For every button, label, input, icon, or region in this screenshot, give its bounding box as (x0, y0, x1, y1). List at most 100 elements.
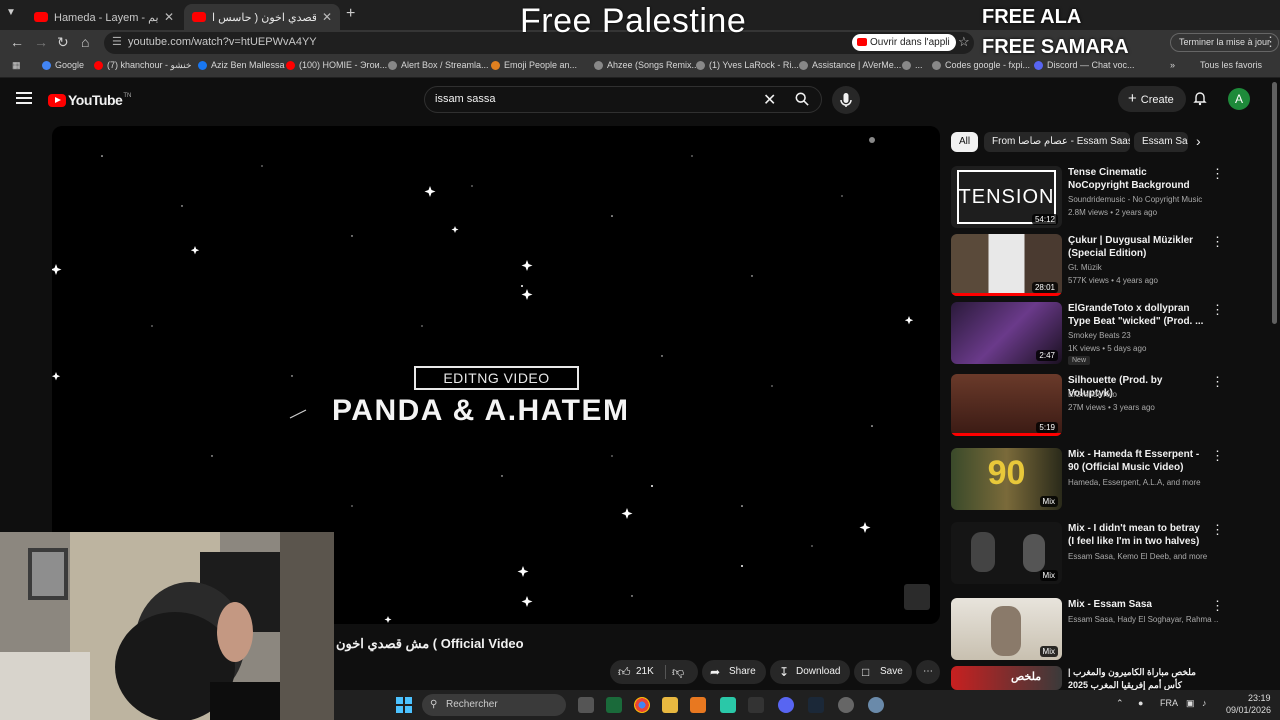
settings-gear-icon[interactable] (868, 697, 884, 713)
bookmark-item[interactable]: (7) khanchour - خنشو (94, 60, 192, 71)
back-icon[interactable]: ← (10, 34, 24, 50)
site-info-icon[interactable]: ☰ (112, 35, 122, 48)
channel-name[interactable]: Soundridemusic - No Copyright Music (1068, 195, 1218, 204)
volume-icon[interactable]: ♪ (1202, 698, 1207, 708)
video-thumbnail[interactable]: TENSION 54:12 (951, 166, 1062, 228)
steam-icon[interactable] (808, 697, 824, 713)
video-thumbnail[interactable]: 28:01 (951, 234, 1062, 296)
more-bookmarks-icon[interactable]: » (1170, 60, 1175, 70)
windows-start-icon[interactable] (396, 697, 412, 713)
finish-update-button[interactable]: Terminer la mise à jour (1170, 33, 1280, 52)
more-options-icon[interactable]: ⋮ (1211, 374, 1224, 390)
browser-tab-active[interactable]: مش قصدي اخون ( حاسس ا... ✕ (184, 4, 340, 30)
bookmark-item[interactable]: (1) Yves LaRock - Ri... (696, 60, 799, 70)
more-options-icon[interactable]: ⋮ (1211, 448, 1224, 464)
more-options-icon[interactable]: ⋮ (1211, 522, 1224, 538)
bookmark-item[interactable]: Codes google - fxpi... (932, 60, 1030, 70)
taskbar-search-input[interactable]: ⚲ Rechercher (422, 694, 566, 716)
recommendation-title[interactable]: Mix - Essam Sasa (1068, 598, 1208, 611)
channel-name[interactable]: Essam Sasa, Hady El Soghayar, Rahma ... (1068, 615, 1218, 624)
more-options-icon[interactable]: ⋮ (1211, 234, 1224, 250)
open-in-app-button[interactable]: Ouvrir dans l'appli (852, 34, 956, 51)
menu-icon[interactable] (16, 92, 32, 104)
more-options-icon[interactable]: ⋮ (1211, 598, 1224, 614)
notifications-bell-icon[interactable] (1192, 90, 1208, 106)
search-input[interactable]: issam sassa ✕ (424, 86, 822, 113)
video-thumbnail[interactable]: 90 Mix (951, 448, 1062, 510)
bookmark-item[interactable]: Ahzee (Songs Remix... (594, 60, 699, 70)
tab-search-icon[interactable]: ▼ (6, 7, 16, 18)
browser-tab[interactable]: Hameda - Layem - لايم (Officia ✕ (26, 4, 182, 30)
recommendation-title[interactable]: Tense Cinematic NoCopyright Background M… (1068, 166, 1208, 192)
forward-icon[interactable]: → (34, 34, 48, 50)
recommendation-title[interactable]: Mix - Hameda ft Esserpent - 90 (Official… (1068, 448, 1208, 474)
recommendation-title[interactable]: ملخص مباراة الكاميرون والمغرب | كأس أمم … (1068, 666, 1208, 692)
channel-name[interactable]: Essam Sasa, Kemo El Deeb, and more (1068, 552, 1218, 561)
chip-related[interactable]: Essam Sa (1134, 132, 1188, 152)
create-button[interactable]: + Create (1118, 86, 1186, 112)
recommendation-item[interactable]: 5:19 Silhouette (Prod. by Voluptyk) ElGr… (951, 374, 1271, 440)
page-scrollbar[interactable] (1272, 82, 1277, 324)
recommendation-item[interactable]: TENSION 54:12 Tense Cinematic NoCopyrigh… (951, 166, 1271, 232)
download-button[interactable]: ↧ Download (770, 660, 850, 684)
share-button[interactable]: ➦ Share (702, 660, 766, 684)
channel-watermark-icon[interactable] (904, 584, 930, 610)
task-view-icon[interactable] (578, 697, 594, 713)
recommendation-item[interactable]: Mix Mix - Essam Sasa Essam Sasa, Hady El… (951, 598, 1271, 664)
chrome-icon[interactable] (634, 697, 650, 713)
reload-icon[interactable]: ↻ (57, 34, 69, 51)
app-icon[interactable] (690, 697, 706, 713)
video-thumbnail[interactable]: Mix (951, 522, 1062, 584)
bookmark-item[interactable]: ... (902, 60, 923, 70)
channel-name[interactable]: Gt. Müzik (1068, 263, 1218, 272)
show-hidden-icons-icon[interactable]: ⌃ (1116, 698, 1124, 709)
bookmark-item[interactable]: Discord — Chat voc... (1034, 60, 1135, 70)
microphone-tray-icon[interactable]: ● (1138, 698, 1143, 708)
bookmark-star-icon[interactable]: ☆ (958, 34, 970, 50)
browser-menu-icon[interactable]: ⋮ (1264, 34, 1277, 50)
bookmark-item[interactable]: Google (42, 60, 84, 70)
voice-search-button[interactable] (832, 86, 860, 114)
recommendation-item[interactable]: Mix Mix - I didn't mean to betray (I fee… (951, 522, 1271, 588)
avatar[interactable]: A (1228, 88, 1250, 110)
language-indicator[interactable]: FRA (1160, 698, 1178, 708)
clear-search-icon[interactable]: ✕ (763, 90, 776, 110)
youtube-logo[interactable]: YouTube TN (48, 92, 131, 108)
close-tab-icon[interactable]: ✕ (322, 10, 332, 24)
app-icon[interactable] (838, 697, 854, 713)
video-thumbnail[interactable]: 5:19 (951, 374, 1062, 436)
more-options-icon[interactable]: ⋮ (1211, 302, 1224, 318)
app-icon[interactable] (720, 697, 736, 713)
new-tab-icon[interactable]: + (346, 5, 355, 23)
more-actions-button[interactable]: ⋯ (916, 660, 940, 684)
clock-time[interactable]: 23:19 (1248, 693, 1271, 703)
recommendation-item[interactable]: 90 Mix Mix - Hameda ft Esserpent - 90 (O… (951, 448, 1271, 514)
recommendation-item[interactable]: ملخص ملخص مباراة الكاميرون والمغرب | كأس… (951, 666, 1271, 690)
recommendation-title[interactable]: Mix - I didn't mean to betray (I feel li… (1068, 522, 1208, 548)
clock-date[interactable]: 09/01/2026 (1226, 705, 1271, 715)
channel-name[interactable]: Smokey Beats 23 (1068, 331, 1218, 340)
app-icon[interactable] (748, 697, 764, 713)
chip-all[interactable]: All (951, 132, 979, 152)
chevron-right-icon[interactable]: › (1196, 133, 1201, 149)
channel-name[interactable]: ElGrandeToto (1068, 390, 1218, 399)
more-options-icon[interactable]: ⋮ (1211, 166, 1224, 182)
thumbs-down-icon[interactable]: 👎︎ (672, 660, 684, 684)
thumbs-up-icon[interactable]: 👍︎ (618, 660, 631, 684)
recommendation-item[interactable]: 2:47 ElGrandeToto x dollypran Type Beat … (951, 302, 1271, 368)
bookmark-item[interactable]: Aziz Ben Mallessa (198, 60, 285, 70)
network-icon[interactable]: ▣ (1186, 698, 1195, 709)
video-thumbnail[interactable]: ملخص (951, 666, 1062, 690)
search-icon[interactable] (795, 92, 809, 106)
recommendation-title[interactable]: ElGrandeToto x dollypran Type Beat "wick… (1068, 302, 1208, 328)
close-tab-icon[interactable]: ✕ (164, 10, 174, 24)
file-explorer-icon[interactable] (662, 697, 678, 713)
save-button[interactable]: □ Save (854, 660, 912, 684)
app-icon[interactable] (606, 697, 622, 713)
apps-grid-icon[interactable]: ▦ (12, 60, 21, 71)
home-icon[interactable]: ⌂ (81, 34, 89, 50)
discord-icon[interactable] (778, 697, 794, 713)
bookmark-item[interactable]: Emoji People an... (491, 60, 577, 70)
recommendation-title[interactable]: Çukur | Duygusal Müzikler (Special Editi… (1068, 234, 1208, 260)
video-thumbnail[interactable]: 2:47 (951, 302, 1062, 364)
